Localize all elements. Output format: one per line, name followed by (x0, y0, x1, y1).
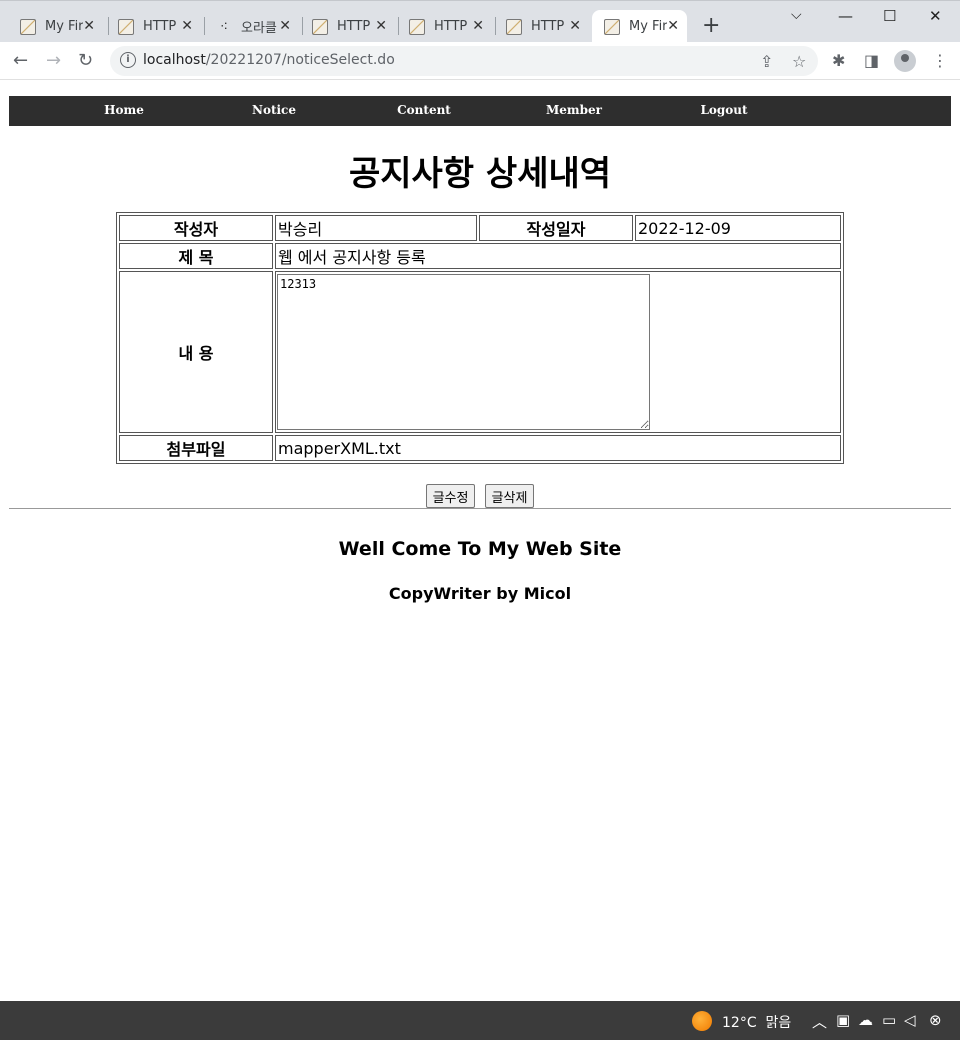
tab-title: 오라클 (241, 21, 277, 36)
weather-condition-text: 맑음 (765, 1015, 792, 1031)
browser-tab[interactable]: HTTP ✕ (494, 10, 589, 43)
weather-sun-icon[interactable] (692, 1011, 712, 1031)
page-favicon-icon (312, 18, 328, 35)
network-icon[interactable]: ▭ (882, 1011, 896, 1029)
tab-close-icon[interactable]: ✕ (472, 18, 484, 34)
page-favicon-icon (604, 18, 620, 35)
menu-content-link[interactable]: Content (374, 103, 474, 117)
author-value: 박승리 (275, 215, 477, 241)
footer-title: Well Come To My Web Site (338, 538, 622, 560)
action-buttons: 글수정 글삭제 (0, 484, 960, 508)
new-tab-icon[interactable]: + (702, 14, 720, 38)
browser-tab[interactable]: My Fir ✕ (8, 10, 103, 43)
close-window-icon[interactable]: ✕ (929, 7, 942, 25)
tab-close-icon[interactable]: ✕ (181, 18, 193, 34)
author-row: 작성자 박승리 작성일자 2022-12-09 (119, 215, 841, 241)
bookmark-star-icon[interactable]: ☆ (792, 52, 806, 71)
share-icon[interactable]: ⇪ (760, 52, 773, 71)
tab-title: HTTP (434, 19, 468, 34)
tab-title: HTTP (531, 19, 565, 34)
browser-tab-active[interactable]: My Fir ✕ (592, 10, 687, 43)
profile-avatar-icon[interactable] (894, 50, 916, 72)
browser-tab[interactable]: HTTP ✕ (106, 10, 201, 43)
content-cell: 12313 (275, 271, 841, 433)
attachment-label: 첨부파일 (119, 435, 273, 461)
footer-divider (9, 508, 951, 509)
notification-close-icon[interactable]: ⊗ (929, 1011, 942, 1029)
extensions-puzzle-icon[interactable]: ✱ (832, 51, 845, 70)
subject-row: 제 목 웹 에서 공지사항 등록 (119, 243, 841, 269)
attachment-row: 첨부파일 mapperXML.txt (119, 435, 841, 461)
tab-close-icon[interactable]: ✕ (569, 18, 581, 34)
tab-search-chevron-icon[interactable]: ⌵ (791, 7, 802, 23)
menu-logout-link[interactable]: Logout (674, 103, 774, 117)
dots-favicon-icon: ⁖ (219, 18, 229, 35)
address-bar[interactable]: i localhost/20221207/noticeSelect.do ⇪ ☆ (110, 46, 818, 76)
meet-now-icon[interactable]: ▣ (836, 1011, 850, 1029)
reload-icon[interactable]: ↻ (78, 50, 93, 71)
browser-tab[interactable]: HTTP ✕ (300, 10, 395, 43)
footer-credit: CopyWriter by Micol (388, 584, 572, 603)
side-panel-icon[interactable]: ◨ (864, 51, 879, 70)
content-label: 내 용 (119, 271, 273, 433)
browser-toolbar: ← → ↻ i localhost/20221207/noticeSelect.… (0, 42, 960, 80)
tab-close-icon[interactable]: ✕ (375, 18, 387, 34)
menu-member-link[interactable]: Member (524, 103, 624, 117)
page-favicon-icon (409, 18, 425, 35)
subject-label: 제 목 (119, 243, 273, 269)
tray-chevron-up-icon[interactable]: ︿ (812, 1011, 827, 1032)
date-label: 작성일자 (479, 215, 633, 241)
subject-value: 웹 에서 공지사항 등록 (275, 243, 841, 269)
minimize-icon[interactable]: — (838, 7, 853, 25)
page-favicon-icon (20, 18, 36, 35)
temperature-text: 12°C (722, 1015, 757, 1031)
page-favicon-icon (506, 18, 522, 35)
kebab-menu-icon[interactable]: ⋮ (932, 51, 948, 70)
tab-close-icon[interactable]: ✕ (279, 18, 291, 34)
edit-post-button[interactable]: 글수정 (425, 484, 476, 508)
url-text: localhost/20221207/noticeSelect.do (143, 52, 395, 68)
author-label: 작성자 (119, 215, 273, 241)
maximize-icon[interactable]: ☐ (883, 7, 896, 25)
tab-title: HTTP (337, 19, 371, 34)
back-arrow-icon[interactable]: ← (13, 50, 28, 71)
page-favicon-icon (118, 18, 134, 35)
attachment-value[interactable]: mapperXML.txt (275, 435, 841, 461)
tab-title: My Fir (629, 19, 667, 34)
menu-home-link[interactable]: Home (74, 103, 174, 117)
tab-title: HTTP (143, 19, 177, 34)
date-value: 2022-12-09 (635, 215, 841, 241)
volume-muted-icon[interactable]: ◁ (904, 1011, 916, 1029)
onedrive-cloud-icon[interactable]: ☁ (858, 1011, 873, 1029)
content-textarea[interactable]: 12313 (277, 274, 650, 430)
browser-tab-strip: My Fir ✕ HTTP ✕ ⁖ 오라클 ✕ HTTP ✕ HTTP ✕ HT… (0, 0, 960, 43)
browser-tab[interactable]: HTTP ✕ (397, 10, 492, 43)
menu-notice-link[interactable]: Notice (224, 103, 324, 117)
tab-close-icon[interactable]: ✕ (667, 18, 679, 34)
forward-arrow-icon[interactable]: → (46, 50, 61, 71)
notice-detail-table: 작성자 박승리 작성일자 2022-12-09 제 목 웹 에서 공지사항 등록… (116, 212, 844, 464)
site-menu-bar: Home Notice Content Member Logout (9, 96, 951, 126)
page-title: 공지사항 상세내역 (348, 154, 612, 194)
delete-post-button[interactable]: 글삭제 (484, 484, 535, 508)
tab-title: My Fir (45, 19, 83, 34)
tab-close-icon[interactable]: ✕ (83, 18, 95, 34)
site-info-icon[interactable]: i (120, 52, 136, 68)
browser-tab[interactable]: ⁖ 오라클 ✕ (204, 10, 299, 43)
windows-taskbar: 12°C 맑음 ︿ ▣ ☁ ▭ ◁ ⊗ (0, 1001, 960, 1040)
content-row: 내 용 12313 (119, 271, 841, 433)
weather-widget[interactable]: 12°C 맑음 (722, 1012, 791, 1032)
